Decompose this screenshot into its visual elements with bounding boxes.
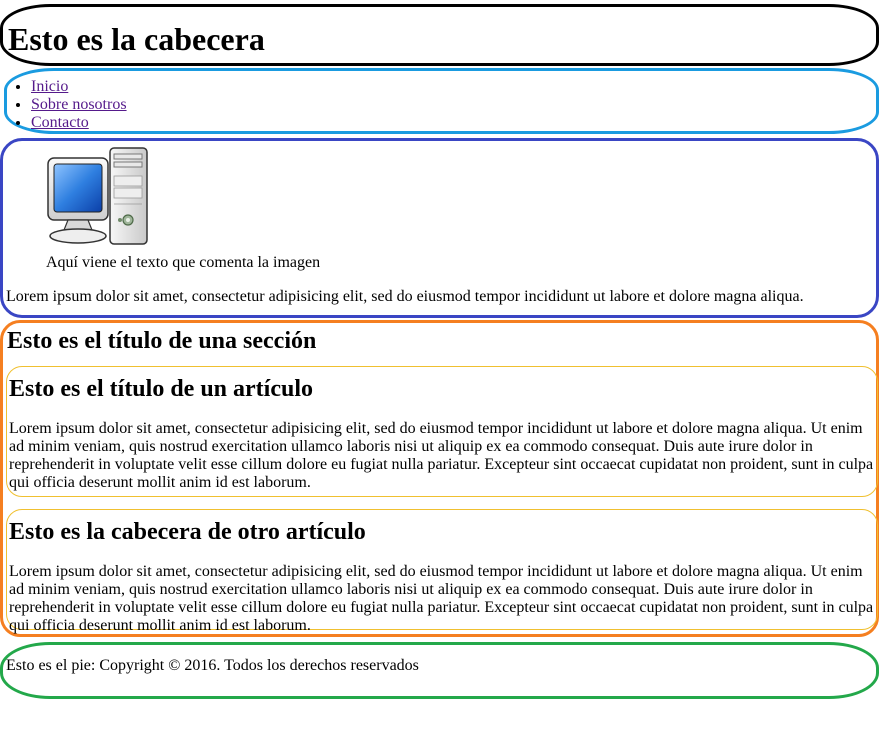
figure-block: Aquí viene el texto que comenta la image… [0, 138, 879, 318]
nav-link-contacto[interactable]: Contacto [31, 114, 89, 131]
article-title: Esto es el título de un artículo [9, 376, 313, 402]
page-footer: Esto es el pie: Copyright © 2016. Todos … [0, 642, 879, 699]
content-section: Esto es el título de una sección Esto es… [0, 320, 879, 637]
article-body: Lorem ipsum dolor sit amet, consectetur … [9, 420, 874, 491]
article-body: Lorem ipsum dolor sit amet, consectetur … [9, 563, 874, 634]
nav-link-sobre-nosotros[interactable]: Sobre nosotros [31, 96, 127, 113]
article-title: Esto es la cabecera de otro artículo [9, 519, 366, 545]
figure-caption: Aquí viene el texto que comenta la image… [46, 254, 321, 271]
article: Esto es la cabecera de otro artículo Lor… [6, 509, 878, 634]
footer-text: Esto es el pie: Copyright © 2016. Todos … [6, 657, 419, 674]
article: Esto es el título de un artículo Lorem i… [6, 366, 878, 497]
section-title: Esto es el título de una sección [7, 328, 317, 354]
desktop-computer-icon [46, 146, 150, 246]
figure-paragraph: Lorem ipsum dolor sit amet, consectetur … [6, 288, 804, 305]
main-nav: Inicio Sobre nosotros Contacto [4, 68, 879, 134]
nav-list: Inicio Sobre nosotros Contacto [31, 78, 127, 132]
page-title: Esto es la cabecera [8, 21, 265, 57]
nav-item-inicio: Inicio [31, 78, 127, 96]
nav-item-sobre-nosotros: Sobre nosotros [31, 96, 127, 114]
page-header: Esto es la cabecera [0, 4, 879, 66]
nav-link-inicio[interactable]: Inicio [31, 78, 68, 95]
nav-item-contacto: Contacto [31, 114, 127, 132]
page: Esto es la cabecera Inicio Sobre nosotro… [0, 0, 881, 741]
